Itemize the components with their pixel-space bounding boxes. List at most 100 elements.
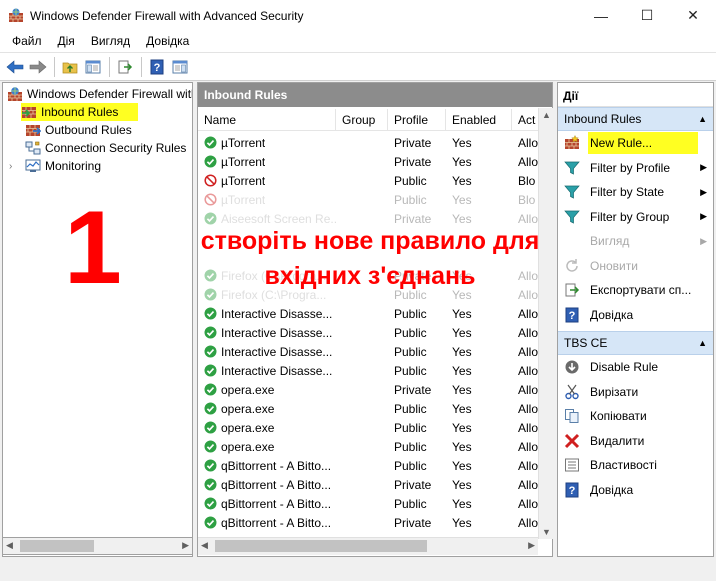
tree-root-label: Windows Defender Firewall witl [27,87,193,101]
table-row[interactable]: µTorrent Public Yes Blo [198,190,538,209]
action-disable-rule[interactable]: Disable Rule [558,355,713,380]
scroll-right-icon[interactable]: ▶ [182,540,189,551]
table-row[interactable]: qBittorrent - A Bitto... Private Yes Allo [198,513,538,532]
scroll-left-icon[interactable]: ◀ [6,540,13,551]
rules-horizontal-scrollbar[interactable]: ◀ ▶ [198,537,538,555]
collapse-icon[interactable]: ▲ [698,114,707,124]
allow-rule-icon [204,497,217,510]
action-filter-by-profile[interactable]: Filter by Profile ▶ [558,156,713,181]
forward-button[interactable] [27,56,49,78]
tree-item-inbound-rules[interactable]: Inbound Rules [21,103,139,121]
scroll-thumb[interactable] [20,540,94,552]
action-filter-by-state[interactable]: Filter by State ▶ [558,180,713,205]
action-копіювати[interactable]: Копіювати [558,404,713,429]
action-label: Filter by State [590,185,665,200]
rule-name: qBittorrent - A Bitto... [221,496,332,511]
back-arrow-icon [6,59,24,74]
tree-item-outbound-rules[interactable]: Outbound Rules [25,121,132,139]
rules-vertical-scrollbar[interactable]: ▲ ▼ [538,108,553,539]
scroll-right-icon[interactable]: ▶ [528,540,535,551]
action-label: Вирізати [590,384,639,399]
action-filter-by-group[interactable]: Filter by Group ▶ [558,205,713,230]
action-label: Disable Rule [590,360,659,375]
action-label: Властивості [590,458,657,473]
minimize-button[interactable]: — [578,0,624,31]
tree-item-label: Inbound Rules [41,105,119,119]
table-row[interactable]: qBittorrent - A Bitto... Private Yes Allo [198,475,538,494]
menu-view[interactable]: Вигляд [83,31,138,52]
scroll-down-icon[interactable]: ▼ [542,527,551,537]
table-row[interactable]: Interactive Disasse... Public Yes Allo [198,361,538,380]
column-enabled[interactable]: Enabled [446,109,512,131]
action-видалити[interactable]: Видалити [558,429,713,454]
table-row[interactable]: opera.exe Public Yes Allo [198,418,538,437]
step-instruction-line2: вхідних з'єднань [264,262,476,290]
table-row[interactable]: qBittorrent - A Bitto... Public Yes Allo [198,494,538,513]
tree-item-connection-security-rules[interactable]: Connection Security Rules [25,139,186,157]
table-row[interactable]: opera.exe Public Yes Allo [198,399,538,418]
rule-name: Interactive Disasse... [221,344,333,359]
help-button[interactable]: ? [146,56,168,78]
filter-icon [564,161,580,175]
column-group[interactable]: Group [336,109,388,131]
table-row[interactable]: qBittorrent - A Bitto... Public Yes Allo [198,456,538,475]
action-label: Довідка [590,307,634,322]
collapse-icon[interactable]: ▲ [698,338,707,348]
table-row[interactable]: opera.exe Public Yes Allo [198,437,538,456]
allow-rule-icon [204,421,217,434]
svg-text:?: ? [569,310,576,322]
tree-item-label: Connection Security Rules [45,141,187,155]
submenu-arrow-icon: ▶ [700,235,707,246]
table-row[interactable]: Interactive Disasse... Public Yes Allo [198,342,538,361]
table-row[interactable]: µTorrent Private Yes Allo [198,133,538,152]
rule-profile: Public [394,344,427,359]
scroll-thumb[interactable] [215,540,427,552]
action-label: Вигляд [590,234,630,249]
expand-chevron-icon[interactable]: › [9,161,19,172]
tree-item-monitoring[interactable]: › Monitoring [9,157,101,175]
maximize-button[interactable]: ☐ [624,0,670,31]
table-row[interactable]: Interactive Disasse... Public Yes Allo [198,323,538,342]
scroll-up-icon[interactable]: ▲ [542,110,551,120]
rule-action: Allo [518,496,538,511]
block-rule-icon [204,174,217,187]
action-new-rule[interactable]: New Rule... [558,131,713,156]
action-вигляд[interactable]: Вигляд ▶ [558,229,713,254]
table-row[interactable]: µTorrent Private Yes Allo [198,152,538,171]
column-action[interactable]: Act [512,109,538,131]
export-list-button[interactable] [114,56,136,78]
up-folder-button[interactable] [59,56,81,78]
menu-help[interactable]: Довідка [138,31,197,52]
back-button[interactable] [4,56,26,78]
table-row[interactable]: opera.exe Private Yes Allo [198,380,538,399]
pane-title: Inbound Rules [198,83,552,107]
action-властивості[interactable]: Властивості [558,453,713,478]
menu-action[interactable]: Дія [50,31,83,52]
firewall-window: Windows Defender Firewall with Advanced … [0,0,716,581]
rule-name-cell: opera.exe [198,383,336,397]
rule-profile: Public [394,496,427,511]
actions-section-inbound-rules[interactable]: Inbound Rules ▲ [558,107,713,131]
action-оновити[interactable]: Оновити [558,254,713,279]
step-instruction-line1: створіть нове правило для [200,227,540,255]
rule-action: Allo [518,154,538,169]
block-rule-icon [204,193,217,206]
help-icon: ? [565,307,579,323]
scroll-left-icon[interactable]: ◀ [201,540,208,551]
action-експортувати-сп[interactable]: Експортувати сп... [558,278,713,303]
actions-section-selected-rule[interactable]: TBS CE ▲ [558,331,713,355]
tree-node-root[interactable]: Windows Defender Firewall witl [7,85,193,103]
tree-horizontal-scrollbar[interactable]: ◀ ▶ [2,537,193,555]
table-row[interactable]: µTorrent Public Yes Blo [198,171,538,190]
table-row[interactable]: Interactive Disasse... Public Yes Allo [198,304,538,323]
column-profile[interactable]: Profile [388,109,446,131]
show-hide-action-pane-button[interactable] [169,56,191,78]
column-name[interactable]: Name [198,109,336,131]
close-button[interactable]: ✕ [670,0,716,31]
menu-file[interactable]: Файл [4,31,50,52]
action-довідка[interactable]: ? Довідка [558,478,713,503]
show-hide-tree-button[interactable] [82,56,104,78]
action-label: Довідка [590,482,634,497]
action-вирізати[interactable]: Вирізати [558,380,713,405]
action-довідка[interactable]: ? Довідка [558,303,713,328]
